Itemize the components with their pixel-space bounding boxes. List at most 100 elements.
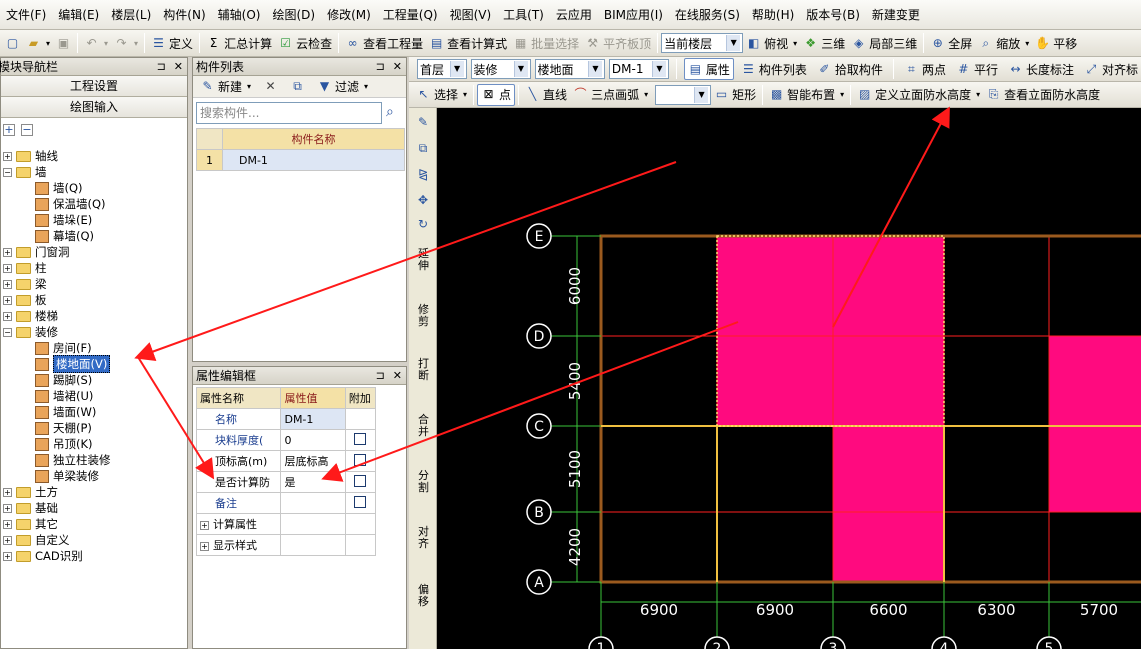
expand-all-icon[interactable]: + [3, 124, 15, 136]
vtool-2[interactable]: 打断 [417, 358, 430, 382]
menu-item-10[interactable]: 云应用 [550, 4, 598, 26]
expand-icon[interactable]: + [3, 487, 12, 497]
menu-item-13[interactable]: 帮助(H) [746, 4, 800, 26]
property-value-field[interactable] [280, 492, 346, 514]
tree-item-14[interactable]: 踢脚(S) [35, 372, 92, 388]
sum-calc-button[interactable]: Σ 汇总计算 [203, 32, 275, 54]
extra-checkbox[interactable] [354, 474, 367, 487]
tree-folder-22[interactable]: + 基础 [3, 500, 58, 516]
tree-item-16[interactable]: 墙面(W) [35, 404, 96, 420]
tree-item-13[interactable]: 楼地面(V) [35, 355, 111, 373]
menu-item-0[interactable]: 文件(F) [0, 4, 52, 26]
expand-icon[interactable]: + [200, 542, 209, 551]
vtool-4[interactable]: 分割 [417, 470, 430, 494]
tree-item-19[interactable]: 独立柱装修 [35, 452, 111, 468]
extra-checkbox[interactable] [354, 495, 367, 508]
subtype-select[interactable]: 楼地面 ▼ [534, 59, 605, 79]
tree-item-18[interactable]: 吊顶(K) [35, 436, 93, 452]
view-waterproof-height-button[interactable]: ⎘ 查看立面防水高度 [983, 84, 1103, 106]
tree-folder-23[interactable]: + 其它 [3, 516, 58, 532]
filter-button[interactable]: ▼ 过滤 ▾ [314, 76, 371, 98]
tree-folder-6[interactable]: + 门窗洞 [3, 244, 70, 260]
menu-item-8[interactable]: 视图(V) [444, 4, 498, 26]
arc-mode-select[interactable]: ▼ [655, 84, 712, 105]
vtool-6[interactable]: 偏移 [417, 584, 430, 608]
smart-layout-button[interactable]: ▩ 智能布置 ▾ [766, 84, 847, 106]
project-settings-button[interactable]: 工程设置 [1, 76, 187, 97]
point-tool-button[interactable]: ⊠ 点 [477, 83, 516, 106]
copy-component-button[interactable]: ⧉ [287, 76, 308, 98]
view-quantity-button[interactable]: ∞ 查看工程量 [342, 32, 426, 54]
draw-input-button[interactable]: 绘图输入 [1, 97, 187, 118]
mirror-icon[interactable]: ⧎ [412, 168, 434, 181]
table-row[interactable]: 1 DM-1 [196, 149, 405, 171]
tree-folder-1[interactable]: − 墙 [3, 164, 47, 180]
menu-item-2[interactable]: 楼层(L) [105, 4, 157, 26]
define-button[interactable]: ☰ 定义 [148, 32, 196, 54]
tree-item-15[interactable]: 墙裙(U) [35, 388, 93, 404]
parallel-button[interactable]: # 平行 [953, 58, 1001, 80]
expand-icon[interactable]: + [3, 519, 12, 529]
collapse-icon[interactable]: − [3, 327, 12, 337]
tree-folder-9[interactable]: + 板 [3, 292, 47, 308]
tree-folder-7[interactable]: + 柱 [3, 260, 47, 276]
pin-icon[interactable]: ⊐ [157, 60, 166, 73]
property-row[interactable]: 备注 [195, 492, 377, 514]
property-value-field[interactable]: 是 [280, 471, 346, 493]
length-dim-button[interactable]: ↔ 长度标注 [1005, 58, 1077, 80]
tree-folder-0[interactable]: + 轴线 [3, 148, 58, 164]
vtool-1[interactable]: 修剪 [417, 304, 430, 328]
component-list-toggle[interactable]: ☰ 构件列表 [738, 58, 810, 80]
top-view-button[interactable]: ◧ 俯视 ▾ [743, 32, 800, 54]
attribute-toggle[interactable]: ▤ 属性 [683, 58, 734, 80]
type-select[interactable]: 装修 ▼ [470, 59, 531, 79]
collapse-icon[interactable]: − [3, 167, 12, 177]
copy-icon[interactable]: ⧉ [412, 142, 434, 155]
menu-item-15[interactable]: 新建变更 [866, 4, 926, 26]
rotate-icon[interactable]: ↻ [412, 218, 434, 231]
pin-icon[interactable]: ⊐ [376, 60, 385, 73]
move-icon[interactable]: ✥ [412, 194, 434, 207]
tree-folder-21[interactable]: + 土方 [3, 484, 58, 500]
rect-tool-button[interactable]: ▭ 矩形 [711, 84, 759, 106]
expand-icon[interactable]: + [3, 311, 12, 321]
pan-button[interactable]: ✋ 平移 [1032, 32, 1080, 54]
extra-checkbox[interactable] [354, 432, 367, 445]
expand-icon[interactable]: + [3, 503, 12, 513]
brush-icon[interactable]: ✎ [412, 116, 434, 129]
define-waterproof-height-button[interactable]: ▨ 定义立面防水高度 ▾ [854, 84, 983, 106]
tree-item-5[interactable]: 幕墙(Q) [35, 228, 94, 244]
cad-drawing[interactable]: E D C B A 1 2 3 4 5 6000 5400 5100 4200 6900 6900 6600 63… [437, 108, 1141, 649]
undo-button[interactable]: ↶ ▾ [81, 32, 111, 54]
property-group-row[interactable]: + 显示样式 [195, 534, 377, 556]
expand-icon[interactable]: + [3, 247, 12, 257]
expand-icon[interactable]: + [3, 535, 12, 545]
align-board-top-button[interactable]: ⚒ 平齐板顶 [582, 32, 654, 54]
vtool-5[interactable]: 对齐 [417, 526, 430, 550]
property-value-field[interactable]: DM-1 [280, 408, 346, 430]
menu-item-12[interactable]: 在线服务(S) [669, 4, 746, 26]
three-d-button[interactable]: ❖ 三维 [800, 32, 848, 54]
menu-item-7[interactable]: 工程量(Q) [377, 4, 444, 26]
new-file-button[interactable]: ▢ [2, 32, 23, 54]
tree-folder-8[interactable]: + 梁 [3, 276, 47, 292]
redo-button[interactable]: ↷ ▾ [111, 32, 141, 54]
batch-select-button[interactable]: ▦ 批量选择 [510, 32, 582, 54]
vtool-0[interactable]: 延伸 [417, 248, 430, 272]
tree-item-20[interactable]: 单梁装修 [35, 468, 99, 484]
new-component-button[interactable]: ✎ 新建 ▾ [197, 76, 254, 98]
expand-icon[interactable]: + [3, 151, 12, 161]
close-icon[interactable]: ✕ [393, 369, 402, 382]
tree-folder-24[interactable]: + 自定义 [3, 532, 70, 548]
pick-component-button[interactable]: ✐ 拾取构件 [814, 58, 886, 80]
tree-item-2[interactable]: 墙(Q) [35, 180, 83, 196]
property-row[interactable]: 名称 DM-1 [195, 408, 377, 430]
menu-item-5[interactable]: 绘图(D) [266, 4, 321, 26]
open-file-button[interactable]: ▰ ▾ [23, 32, 53, 54]
drawing-canvas[interactable]: E D C B A 1 2 3 4 5 6000 5400 5100 4200 6900 6900 6600 63… [437, 108, 1141, 649]
expand-icon[interactable]: + [3, 279, 12, 289]
menu-item-4[interactable]: 辅轴(O) [212, 4, 267, 26]
align-dim-button[interactable]: ⤢ 对齐标 [1081, 58, 1141, 80]
property-row[interactable]: 是否计算防是 [195, 471, 377, 493]
property-value-field[interactable]: 0 [280, 429, 346, 451]
